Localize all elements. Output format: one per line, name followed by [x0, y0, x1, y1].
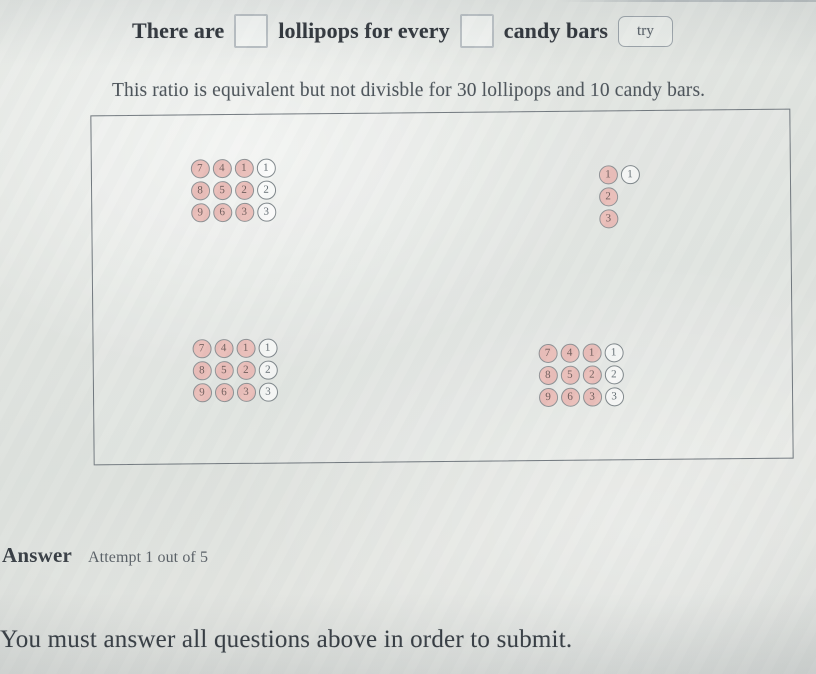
top-hairline-divider	[560, 0, 816, 2]
dot-filled-4[interactable]: 4	[212, 158, 232, 178]
dot-empty-1[interactable]: 1	[256, 158, 276, 178]
dot-filled-6[interactable]: 6	[214, 382, 234, 402]
dot-filled-5[interactable]: 5	[212, 180, 232, 200]
dot-group-top-left: 741185229633	[189, 157, 278, 224]
dot-empty-1[interactable]: 1	[604, 342, 624, 362]
dot-row: 9633	[191, 381, 279, 404]
dot-filled-2[interactable]: 2	[582, 364, 602, 385]
dot-group-bottom-right: 741185229633	[537, 341, 626, 408]
candybars-input[interactable]	[459, 14, 494, 48]
dot-empty-3[interactable]: 3	[604, 386, 624, 406]
dot-filled-7[interactable]: 7	[190, 158, 210, 178]
dot-filled-9[interactable]: 9	[192, 382, 212, 402]
dot-filled-7[interactable]: 7	[191, 338, 212, 358]
dot-filled-6[interactable]: 6	[212, 202, 232, 222]
dot-filled-8[interactable]: 8	[192, 360, 212, 380]
prompt-text-part-3: candy bars	[503, 18, 609, 43]
dot-group-bottom-left: 741185229633	[190, 337, 279, 404]
dot-empty-2[interactable]: 2	[604, 364, 624, 384]
dot-filled-7[interactable]: 7	[538, 343, 558, 363]
dot-filled-4[interactable]: 4	[213, 338, 234, 358]
answer-section: Answer Attempt 1 out of 5	[2, 543, 208, 568]
lollipops-input[interactable]	[234, 14, 269, 48]
dot-row: 8522	[537, 363, 625, 386]
dot-empty-3[interactable]: 3	[258, 382, 278, 402]
dot-empty-3[interactable]: 3	[256, 202, 276, 222]
dot-filled-2[interactable]: 2	[234, 180, 254, 200]
submit-requirement-note: You must answer all questions above in o…	[0, 626, 573, 653]
dot-row: 3	[597, 207, 641, 229]
ratio-hint-text: This ratio is equivalent but not divisbl…	[112, 80, 706, 101]
try-button[interactable]: try	[618, 15, 674, 47]
dot-filled-8[interactable]: 8	[538, 365, 558, 385]
dot-row: 9633	[189, 201, 277, 224]
dot-filled-2[interactable]: 2	[598, 186, 618, 206]
dot-row: 8522	[191, 359, 279, 382]
question-prompt-row: There are lollipops for every candy bars…	[132, 14, 674, 48]
dot-row: 7411	[190, 337, 278, 360]
dot-filled-4[interactable]: 4	[560, 343, 580, 363]
dot-empty-1[interactable]: 1	[620, 164, 640, 184]
dot-row: 8522	[189, 179, 277, 202]
dot-filled-3[interactable]: 3	[598, 208, 618, 228]
dot-row: 2	[597, 185, 641, 207]
diagram-frame: 741185229633 1123 741185229633 741185229…	[90, 108, 794, 466]
dot-filled-9[interactable]: 9	[190, 202, 210, 222]
dot-row: 9633	[537, 385, 625, 408]
dot-filled-1[interactable]: 1	[598, 164, 618, 184]
dot-filled-1[interactable]: 1	[582, 342, 602, 363]
dot-filled-1[interactable]: 1	[234, 158, 254, 178]
prompt-text-part-2: lollipops for every	[278, 18, 450, 43]
dot-row: 11	[597, 163, 641, 185]
dot-filled-5[interactable]: 5	[560, 365, 580, 385]
answer-label: Answer	[2, 543, 73, 567]
dot-filled-1[interactable]: 1	[235, 338, 256, 358]
dot-empty-1[interactable]: 1	[257, 338, 278, 358]
dot-filled-3[interactable]: 3	[236, 382, 256, 402]
dot-filled-3[interactable]: 3	[582, 386, 602, 407]
dot-filled-9[interactable]: 9	[538, 387, 558, 407]
dot-filled-2[interactable]: 2	[236, 360, 256, 380]
dot-filled-6[interactable]: 6	[560, 387, 580, 407]
dot-empty-2[interactable]: 2	[258, 360, 278, 380]
dot-filled-8[interactable]: 8	[190, 180, 210, 200]
dot-empty-2[interactable]: 2	[256, 180, 276, 200]
dot-filled-3[interactable]: 3	[234, 202, 254, 222]
prompt-text-part-1: There are	[132, 18, 225, 43]
dot-group-top-right: 1123	[597, 163, 642, 229]
attempt-counter: Attempt 1 out of 5	[88, 549, 209, 566]
dot-row: 7411	[537, 341, 625, 364]
dot-filled-5[interactable]: 5	[214, 360, 234, 380]
page-content: There are lollipops for every candy bars…	[0, 0, 816, 674]
dot-row: 7411	[189, 157, 277, 180]
